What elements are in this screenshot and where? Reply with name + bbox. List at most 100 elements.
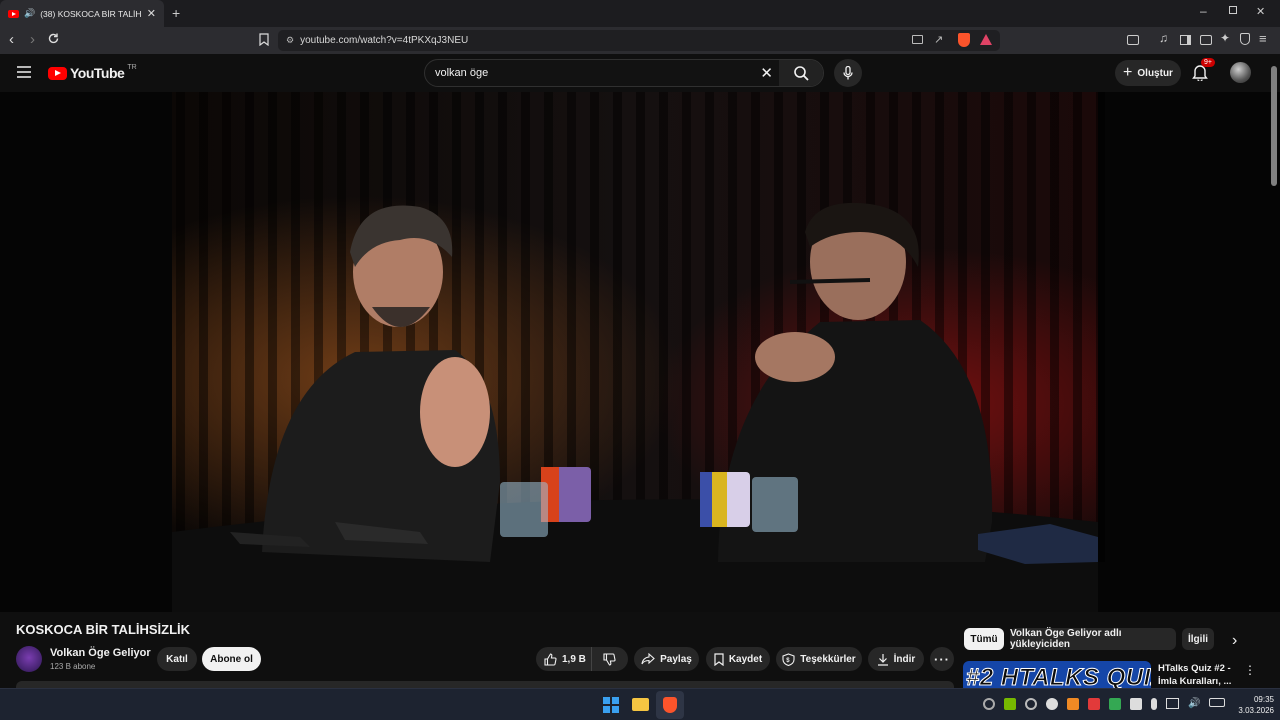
share-label: Paylaş (660, 653, 692, 665)
leo-ai-icon[interactable]: ✦ (1220, 31, 1230, 45)
system-tray: 🔊 (983, 698, 1226, 710)
brave-rewards-icon[interactable] (980, 34, 992, 45)
thanks-button[interactable]: $ Teşekkürler (776, 647, 862, 671)
maximize-icon[interactable] (1229, 6, 1237, 14)
video-player[interactable] (0, 92, 1280, 612)
cast-icon[interactable] (912, 35, 923, 44)
guide-menu-icon[interactable] (17, 66, 31, 78)
dislike-button[interactable] (592, 647, 626, 671)
close-tab-icon[interactable]: ✕ (147, 7, 156, 20)
tab-title: (38) KOSKOCA BİR TALİHSİZLİ (40, 8, 142, 19)
address-bar[interactable]: ⚙ youtube.com/watch?v=4tPKXqJ3NEU ↗ (278, 30, 1000, 51)
subscriber-count: 123 B abone (50, 662, 96, 671)
tray-app-icon[interactable] (1109, 698, 1121, 710)
brave-browser-icon[interactable] (656, 691, 684, 719)
forward-icon[interactable]: › (30, 31, 35, 48)
subscribe-button[interactable]: Abone ol (202, 647, 261, 671)
vpn-icon[interactable] (1240, 33, 1250, 45)
sidebar-icon[interactable] (1180, 35, 1191, 45)
filter-chip-uploader[interactable]: Volkan Öge Geliyor adlı yükleyiciden (1010, 628, 1176, 650)
tray-app-icon[interactable] (1067, 698, 1079, 710)
kebab-menu-icon[interactable]: ⋮ (1244, 663, 1256, 677)
browser-tab[interactable]: 🔊 (38) KOSKOCA BİR TALİHSİZLİ ✕ (0, 0, 164, 27)
taskbar-time[interactable]: 09:35 (1234, 695, 1274, 704)
media-icon[interactable]: ♫ (1159, 31, 1168, 45)
filter-chip-all[interactable]: Tümü (964, 628, 1004, 650)
chip-label: Volkan Öge Geliyor adlı yükleyiciden (1010, 628, 1122, 650)
tray-app-icon[interactable] (1046, 698, 1058, 710)
channel-name[interactable]: Volkan Öge Geliyor (50, 647, 151, 659)
browser-tab-strip: 🔊 (38) KOSKOCA BİR TALİHSİZLİ ✕ + – ✕ (0, 0, 1280, 27)
minimize-icon[interactable]: – (1200, 4, 1207, 18)
video-title: KOSKOCA BİR TALİHSİZLİK (16, 622, 191, 637)
url-text: youtube.com/watch?v=4tPKXqJ3NEU (300, 35, 469, 46)
logo-wordmark: YouTube (70, 65, 125, 81)
thumbs-up-icon (544, 652, 557, 666)
video-frame (0, 92, 1280, 612)
share-button[interactable]: Paylaş (634, 647, 699, 671)
save-button[interactable]: Kaydet (706, 647, 770, 671)
microphone-tray-icon[interactable] (1151, 698, 1157, 710)
chevron-right-icon[interactable]: › (1232, 632, 1237, 650)
related-thumbnail[interactable]: #2 HTALKS QUIZ (963, 661, 1151, 688)
join-button[interactable]: Katıl (157, 647, 197, 671)
like-dislike-group: 1,9 B (536, 647, 628, 671)
taskbar-date[interactable]: 3.03.2026 (1222, 706, 1274, 715)
tray-app-icon[interactable] (1025, 698, 1037, 710)
create-button[interactable]: + Oluştur (1115, 60, 1181, 86)
search-button[interactable] (779, 60, 823, 86)
download-label: İndir (893, 653, 916, 665)
microphone-icon (843, 66, 853, 80)
youtube-header: YouTube TR volkan öge ✕ + Oluştur 9+ (0, 54, 1280, 92)
tray-app-icon[interactable] (1130, 698, 1142, 710)
youtube-play-icon (48, 66, 67, 80)
avatar[interactable] (1230, 62, 1251, 83)
thumbnail-text: #2 HTALKS QUIZ (966, 664, 1151, 689)
volume-icon[interactable]: 🔊 (1188, 698, 1200, 710)
thanks-label: Teşekkürler (800, 653, 856, 665)
notification-badge: 9+ (1201, 58, 1215, 67)
speaker-icon[interactable]: 🔊 (24, 8, 35, 19)
file-explorer-icon[interactable] (632, 698, 649, 711)
nvidia-icon[interactable] (1004, 698, 1016, 710)
close-window-icon[interactable]: ✕ (1256, 5, 1265, 18)
chip-label: Tümü (970, 633, 998, 645)
site-settings-icon[interactable]: ⚙ (286, 35, 294, 46)
bookmark-save-icon (714, 652, 724, 666)
bookmark-icon[interactable] (259, 33, 269, 46)
search-input[interactable]: volkan öge ✕ (424, 59, 824, 87)
region-code: TR (127, 63, 137, 71)
tray-app-icon[interactable] (983, 698, 995, 710)
youtube-logo[interactable]: YouTube TR (48, 63, 137, 81)
filter-chip-related[interactable]: İlgili (1182, 628, 1214, 650)
screenshot-icon[interactable] (1127, 35, 1139, 45)
menu-icon[interactable]: ≡ (1259, 31, 1267, 46)
create-label: Oluştur (1137, 67, 1173, 79)
windows-start-icon[interactable] (603, 697, 619, 713)
brave-shields-icon[interactable] (958, 33, 970, 47)
clear-search-icon[interactable]: ✕ (760, 64, 773, 82)
description-box-edge[interactable] (16, 681, 954, 688)
share-page-icon[interactable]: ↗ (934, 33, 943, 46)
like-button[interactable]: 1,9 B (536, 647, 592, 671)
download-icon (877, 653, 888, 666)
network-icon[interactable] (1166, 698, 1179, 709)
search-icon (793, 65, 809, 81)
voice-search-button[interactable] (834, 59, 862, 87)
svg-text:$: $ (787, 658, 791, 664)
page-scrollbar[interactable] (1271, 66, 1277, 186)
reload-icon[interactable] (47, 32, 60, 45)
notifications-button[interactable]: 9+ (1192, 58, 1215, 81)
tray-app-icon[interactable] (1088, 698, 1100, 710)
subscribe-label: Abone ol (210, 653, 253, 665)
more-icon: ··· (934, 651, 950, 667)
like-count: 1,9 B (562, 653, 586, 665)
wallet-icon[interactable] (1200, 35, 1212, 45)
share-icon (641, 653, 655, 665)
download-button[interactable]: İndir (868, 647, 924, 671)
back-icon[interactable]: ‹ (9, 31, 14, 48)
related-title[interactable]: HTalks Quiz #2 - İmla Kuralları, ... (1158, 662, 1234, 688)
channel-avatar[interactable] (16, 646, 42, 672)
more-actions-button[interactable]: ··· (930, 647, 954, 671)
new-tab-icon[interactable]: + (172, 5, 180, 21)
